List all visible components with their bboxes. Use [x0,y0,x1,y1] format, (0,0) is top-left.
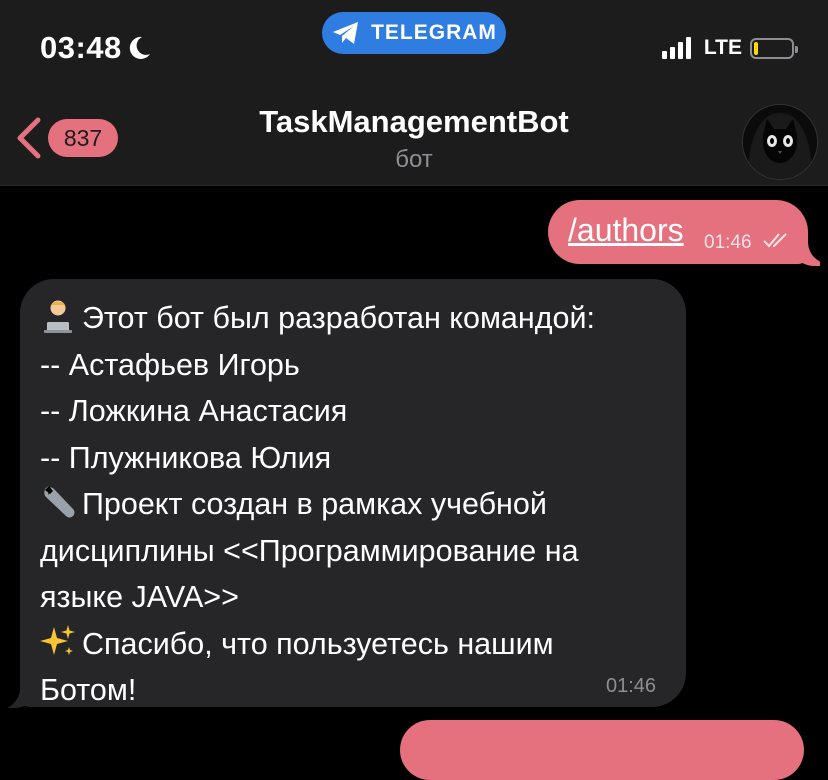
message-line: языке JAVA>> [40,580,239,614]
pill-label: TELEGRAM [371,21,497,44]
network-type: LTE [703,36,742,59]
battery-level [754,41,758,55]
message-line: -- Плужникова Юлия [40,440,332,475]
double-check-icon [763,233,787,248]
message-line: -- Ложкина Анастасия [40,394,348,428]
message-line: Этот бот был разработан командой: [40,295,680,342]
message-line: дисциплины <<Программирование на [40,533,579,568]
hooded-cat-avatar-icon [743,105,817,179]
chat-title[interactable]: TaskManagementBot [0,104,828,140]
top-bar: 03:48 TELEGRAM LTE 837 TaskManagementBot… [0,0,828,186]
status-time: 03:48 [40,30,152,66]
status-time-text: 03:48 [40,30,122,65]
next-outgoing-message[interactable] [400,720,804,780]
message-line: Проект создан в рамках учебной [40,481,680,528]
bot-avatar[interactable] [742,104,818,180]
battery-cap [795,45,798,53]
message-line: Ботом! [40,673,137,707]
message-line-text: Проект создан в рамках учебной [82,487,547,521]
message-line: Спасибо, что пользуетесь нашим [40,621,680,668]
return-to-telegram-pill[interactable]: TELEGRAM [322,12,506,54]
technologist-emoji [44,300,72,333]
battery-icon [750,37,798,59]
message-line: -- Астафьев Игорь [40,347,300,382]
chat-subtitle: бот [395,146,433,173]
incoming-message[interactable]: Этот бот был разработан командой: -- Аст… [20,279,686,707]
message-line-text: Этот бот был разработан командой: [82,301,596,335]
message-text: Этот бот был разработан командой: -- Аст… [40,295,680,714]
sparkles-emoji [40,624,75,655]
moon-icon [129,36,150,59]
command-link[interactable]: /authors [568,212,684,249]
outgoing-message[interactable]: /authors 01:46 [548,200,808,264]
signal-bars-icon [661,37,691,59]
telegram-plane-icon [333,22,359,44]
message-line-text: Спасибо, что пользуетесь нашим [82,626,554,661]
status-indicators: LTE [661,36,798,60]
outgoing-message-time: 01:46 [704,232,752,253]
incoming-message-time: 01:46 [606,675,657,697]
wrench-emoji [44,486,75,518]
